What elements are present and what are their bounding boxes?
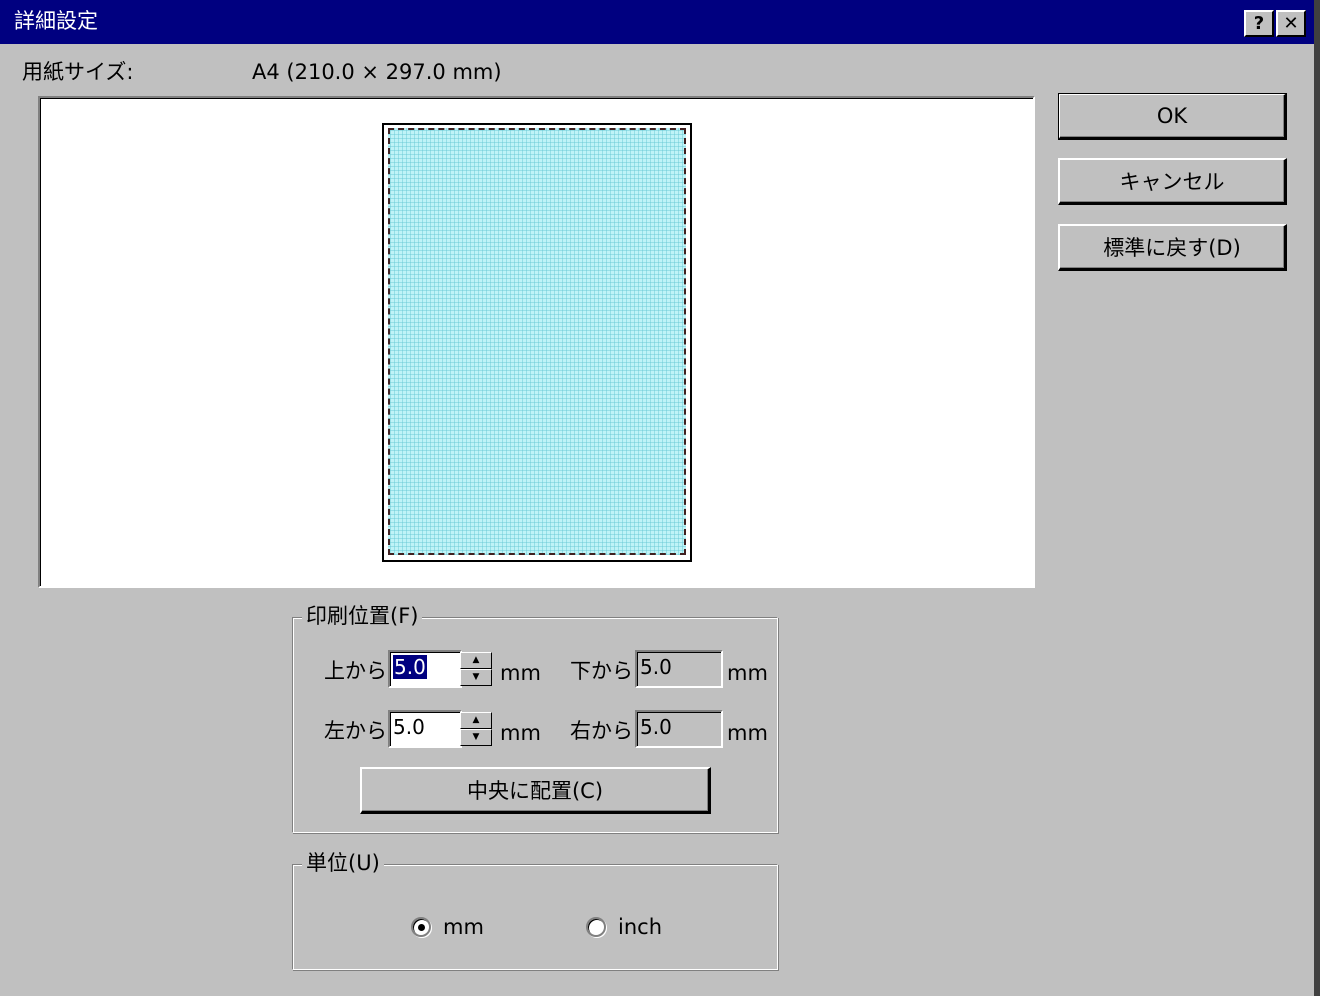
cancel-button[interactable]: キャンセル <box>1058 158 1287 205</box>
right-margin-value: 5.0 <box>640 715 672 739</box>
help-button[interactable]: ? <box>1244 10 1274 37</box>
top-margin-unit: mm <box>500 661 541 685</box>
paper-size-value: A4 (210.0 × 297.0 mm) <box>252 60 502 84</box>
ok-button-label: OK <box>1156 104 1188 128</box>
left-margin-label: 左から <box>324 719 387 743</box>
top-margin-value: 5.0 <box>393 655 427 679</box>
top-margin-spinner[interactable]: ▲ ▼ <box>460 652 492 686</box>
help-icon: ? <box>1253 12 1265 34</box>
center-button[interactable]: 中央に配置(C) <box>360 767 711 814</box>
units-legend: 単位(U) <box>302 850 384 876</box>
ok-button[interactable]: OK <box>1058 93 1287 140</box>
unit-mm-radio[interactable] <box>411 917 431 937</box>
left-margin-unit: mm <box>500 721 541 745</box>
close-button[interactable]: ✕ <box>1276 10 1306 37</box>
reset-default-button-label: 標準に戻す(D) <box>1103 236 1241 260</box>
units-group <box>292 864 778 970</box>
print-position-legend: 印刷位置(F) <box>302 603 423 629</box>
top-margin-label: 上から <box>324 659 387 683</box>
left-margin-input[interactable]: 5.0 <box>388 710 462 748</box>
unit-mm-label[interactable]: mm <box>443 913 484 941</box>
top-margin-input[interactable]: 5.0 <box>388 650 462 688</box>
title-bar <box>0 0 1314 44</box>
right-margin-input: 5.0 <box>635 710 723 748</box>
close-icon: ✕ <box>1283 12 1299 34</box>
bottom-margin-unit: mm <box>727 661 768 685</box>
spin-up-icon[interactable]: ▲ <box>460 652 492 669</box>
cancel-button-label: キャンセル <box>1119 170 1225 194</box>
print-area-preview <box>388 128 686 555</box>
bottom-margin-value: 5.0 <box>640 655 672 679</box>
reset-default-button[interactable]: 標準に戻す(D) <box>1058 224 1287 271</box>
bottom-margin-label: 下から <box>570 659 633 683</box>
window-right-edge <box>1314 0 1320 996</box>
spin-down-icon[interactable]: ▼ <box>460 669 492 686</box>
left-margin-value: 5.0 <box>393 715 425 739</box>
right-margin-label: 右から <box>570 719 633 743</box>
bottom-margin-input: 5.0 <box>635 650 723 688</box>
center-button-label: 中央に配置(C) <box>466 779 604 803</box>
left-margin-spinner[interactable]: ▲ ▼ <box>460 712 492 746</box>
unit-inch-label[interactable]: inch <box>618 913 662 941</box>
spin-up-icon[interactable]: ▲ <box>460 712 492 729</box>
spin-down-icon[interactable]: ▼ <box>460 729 492 746</box>
window-title: 詳細設定 <box>14 9 98 33</box>
radio-selected-dot <box>417 923 425 931</box>
right-margin-unit: mm <box>727 721 768 745</box>
unit-inch-radio[interactable] <box>586 917 606 937</box>
paper-size-label: 用紙サイズ: <box>22 60 134 84</box>
